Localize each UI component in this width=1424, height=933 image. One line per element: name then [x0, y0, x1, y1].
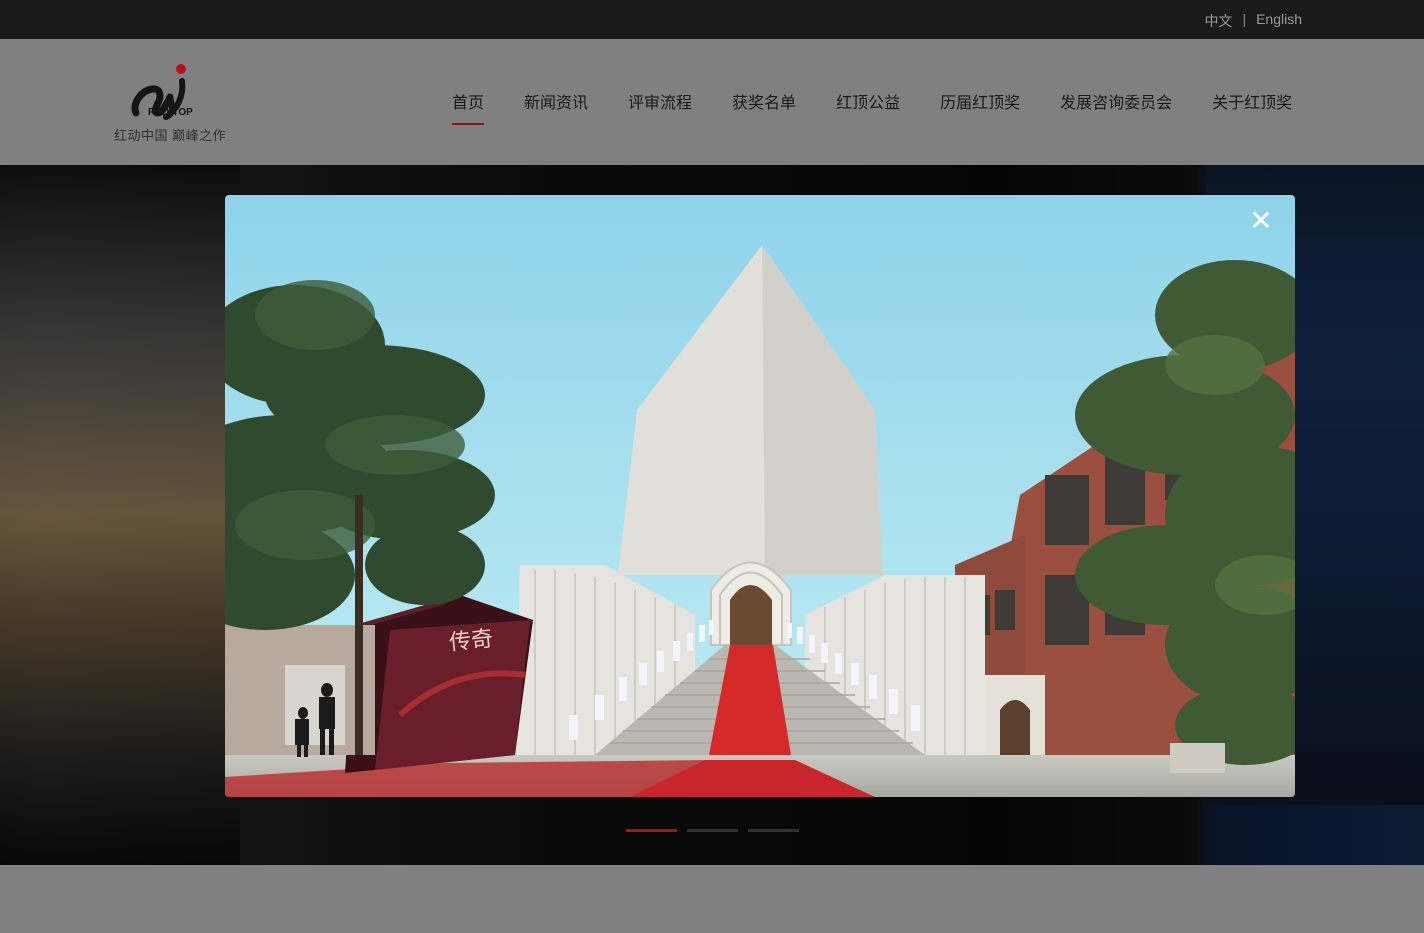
nav-item-review-process[interactable]: 评审流程	[628, 89, 692, 123]
logo-wordmark: RED-TOP	[148, 107, 193, 118]
backdrop-sign-text: 传奇	[448, 627, 494, 656]
nav-item-winners[interactable]: 获奖名单	[732, 89, 796, 123]
nav-item-advisory-committee[interactable]: 发展咨询委员会	[1060, 89, 1172, 123]
lang-english-link[interactable]: English	[1256, 11, 1302, 31]
nav-item-charity[interactable]: 红顶公益	[836, 89, 900, 123]
language-switcher: 中文 | English	[1204, 11, 1302, 31]
carousel-dot-2[interactable]	[687, 829, 738, 832]
hero-left-background	[0, 165, 240, 865]
lang-chinese-link[interactable]: 中文	[1204, 11, 1232, 31]
nav-item-about[interactable]: 关于红顶奖	[1212, 89, 1292, 123]
nav-item-home[interactable]: 首页	[452, 89, 485, 125]
lang-separator: |	[1242, 11, 1247, 27]
nav-item-news[interactable]: 新闻资讯	[524, 89, 588, 123]
video-modal: 传奇 ✕	[225, 195, 1295, 797]
main-nav: 首页 新闻资讯 评审流程 获奖名单 红顶公益 历届红顶奖 发展咨询委员会 关于红…	[452, 89, 1292, 125]
carousel-dot-3[interactable]	[748, 829, 799, 832]
top-bar: 中文 | English	[0, 0, 1424, 39]
carousel-indicators	[626, 829, 799, 832]
venue-photo: 传奇	[225, 195, 1295, 797]
page-bottom	[0, 865, 1424, 933]
close-icon[interactable]: ✕	[1247, 207, 1275, 235]
nav-item-past-awards[interactable]: 历届红顶奖	[940, 89, 1020, 123]
logo-slogan: 红动中国 巅峰之作	[114, 128, 227, 143]
carousel-dot-1[interactable]	[626, 829, 677, 832]
site-header: RED-TOP 红动中国 巅峰之作 首页 新闻资讯 评审流程 获奖名单 红顶公益…	[0, 39, 1424, 165]
